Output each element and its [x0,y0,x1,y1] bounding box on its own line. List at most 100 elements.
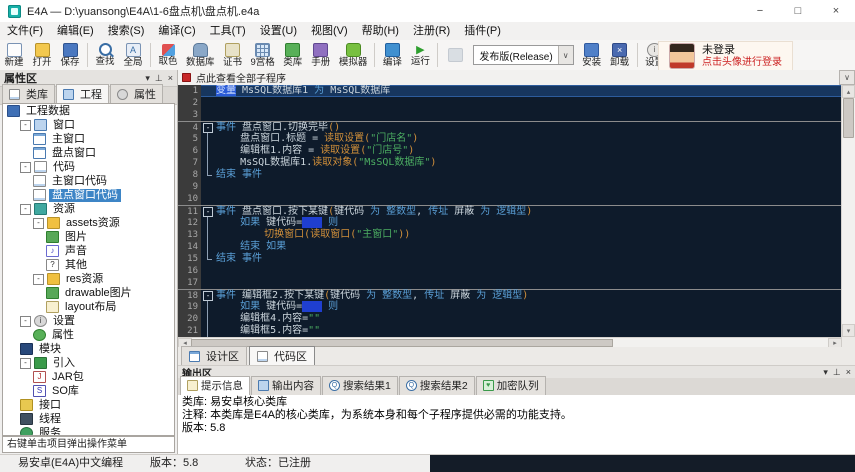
code-line[interactable]: 5 盘点窗口.标题 = 读取设置("门店名") [178,133,842,145]
fold-collapse-icon[interactable]: - [203,123,213,133]
tree-expand-icon[interactable]: - [33,273,44,285]
output-tab-加密队列[interactable]: ♥ 加密队列 [475,376,546,395]
tree-item[interactable]: - assets资源 [3,216,174,230]
output-tab-输出内容[interactable]: 输出内容 [251,376,321,395]
code-line[interactable]: 14 结束 如果 [178,241,842,253]
code-line[interactable]: 21 编辑框5.内容="" [178,325,842,337]
subroutine-selector[interactable]: 点此查看全部子程序 ∨ [178,70,855,86]
menu-item[interactable]: 设置(U) [253,22,304,40]
tree-item[interactable]: 线程 [3,412,174,426]
code-line[interactable]: 16 [178,265,842,277]
code-line[interactable]: 4- 事件 盘点窗口.切换完毕() [178,121,842,133]
close-icon[interactable]: × [168,73,173,84]
tree-item[interactable]: 盘点窗口 [3,146,174,160]
code-line[interactable]: 15 结束 事件 [178,253,842,265]
tree-item[interactable]: ♪ 声音 [3,244,174,258]
sidebar-tab-工程[interactable]: 工程 [56,84,109,105]
toolbar-button[interactable]: A 全局 [119,41,147,69]
toolbar-button[interactable]: 证书 [219,41,247,69]
collapse-icon[interactable]: ▾ [823,367,828,378]
tree-item[interactable]: 接口 [3,398,174,412]
toolbar-button[interactable]: ▶ 运行 [406,41,434,69]
menu-item[interactable]: 插件(P) [457,22,508,40]
tree-item[interactable]: - 资源 [3,202,174,216]
tree-item[interactable]: layout布局 [3,300,174,314]
sidebar-tab-属性[interactable]: 属性 [110,84,163,104]
menu-item[interactable]: 搜索(S) [101,22,152,40]
toolbar-button[interactable]: 打开 [28,41,56,69]
close-icon[interactable]: × [846,367,851,378]
menu-item[interactable]: 编辑(E) [50,22,101,40]
tree-item[interactable]: ? 其他 [3,258,174,272]
menu-item[interactable]: 视图(V) [304,22,355,40]
output-tab-搜索结果2[interactable]: Q 搜索结果2 [398,376,475,395]
vertical-scrollbar-thumb[interactable] [843,98,854,138]
tree-item[interactable]: drawable图片 [3,286,174,300]
toolbar-button[interactable]: 编译 [378,41,406,69]
toolbar-button[interactable]: 新建 [0,41,28,69]
toolbar-button[interactable]: 保存 [56,41,84,69]
toolbar-button[interactable]: 查找 [91,41,119,69]
tree-item[interactable]: 服务 [3,426,174,435]
toolbar-button[interactable]: 类库 [279,41,307,69]
tree-item[interactable]: S SO库 [3,384,174,398]
close-button[interactable]: × [817,0,855,22]
chevron-down-icon[interactable]: ∨ [839,70,855,85]
tree-item[interactable]: 盘点窗口代码 [3,188,174,202]
tree-expand-icon[interactable]: - [20,119,31,131]
tree-expand-icon[interactable]: - [20,161,31,173]
tree-item[interactable]: - 窗口 [3,118,174,132]
code-line[interactable]: 9 [178,181,842,193]
code-line[interactable]: 10 [178,193,842,205]
toolbar-button[interactable]: 模拟器 [335,41,372,69]
toolbar-button[interactable]: × 卸载 [606,41,634,69]
code-line[interactable]: 1 变量 MsSQL数据库1 为 MsSQL数据库 [178,85,842,97]
code-line[interactable]: 20 编辑框4.内容="" [178,313,842,325]
tree-item[interactable]: - 引入 [3,356,174,370]
toolbar-button[interactable]: 数据库 [182,41,219,69]
tree-expand-icon[interactable]: - [20,315,31,327]
tree-item[interactable]: - 代码 [3,160,174,174]
maximize-button[interactable]: □ [779,0,817,22]
code-line[interactable]: 19 如果 键代码= 则 [178,301,842,313]
stop-button[interactable] [441,41,469,69]
chevron-down-icon[interactable]: ∨ [557,46,573,64]
code-line[interactable]: 18- 事件 编辑框2.按下某键(键代码 为 整数型, 传址 屏蔽 为 逻辑型) [178,289,842,301]
tab-代码区[interactable]: 代码区 [249,346,315,366]
minimize-button[interactable]: − [741,0,779,22]
menu-item[interactable]: 编译(C) [151,22,202,40]
code-line[interactable]: 17 [178,277,842,289]
toolbar-button[interactable]: 9宫格 [247,41,279,69]
avatar[interactable] [669,43,695,69]
vertical-scrollbar[interactable]: ▴ ▾ [841,85,855,337]
tree-expand-icon[interactable]: - [20,357,31,369]
tree-item[interactable]: 主窗口 [3,132,174,146]
scroll-up-icon[interactable]: ▴ [842,85,855,98]
menu-item[interactable]: 注册(R) [406,22,457,40]
release-dropdown[interactable]: 发布版(Release) ∨ [473,45,574,65]
tree-item[interactable]: 图片 [3,230,174,244]
menu-item[interactable]: 工具(T) [203,22,253,40]
pin-icon[interactable]: ⊥ [833,367,841,378]
code-line[interactable]: 3 [178,109,842,121]
toolbar-button[interactable]: 安装 [578,41,606,69]
output-tab-搜索结果1[interactable]: Q 搜索结果1 [322,376,398,395]
code-line[interactable]: 8 结束 事件 [178,169,842,181]
toolbar-button[interactable]: 取色 [154,41,182,69]
output-tab-提示信息[interactable]: 提示信息 [180,376,250,396]
code-line[interactable]: 13 切换窗口(读取窗口("主窗口")) [178,229,842,241]
tree-item[interactable]: 模块 [3,342,174,356]
menu-item[interactable]: 帮助(H) [355,22,406,40]
tree-item[interactable]: - res资源 [3,272,174,286]
code-line[interactable]: 6 编辑框1.内容 = 读取设置("门店号") [178,145,842,157]
pin-icon[interactable]: ⊥ [155,73,163,84]
fold-collapse-icon[interactable]: - [203,291,213,301]
tree-expand-icon[interactable]: - [33,217,44,229]
code-line[interactable]: 12 如果 键代码= 则 [178,217,842,229]
tree-item[interactable]: 属性 [3,328,174,342]
tab-设计区[interactable]: 设计区 [181,346,247,366]
login-hint[interactable]: 点击头像进行登录 [702,57,782,69]
code-line[interactable]: 7 MsSQL数据库1.读取对象("MsSQL数据库") [178,157,842,169]
code-editor[interactable]: 1 变量 MsSQL数据库1 为 MsSQL数据库 2 3 4- 事件 盘点窗口.切换完毕… [178,85,842,337]
menu-item[interactable]: 文件(F) [0,22,50,40]
